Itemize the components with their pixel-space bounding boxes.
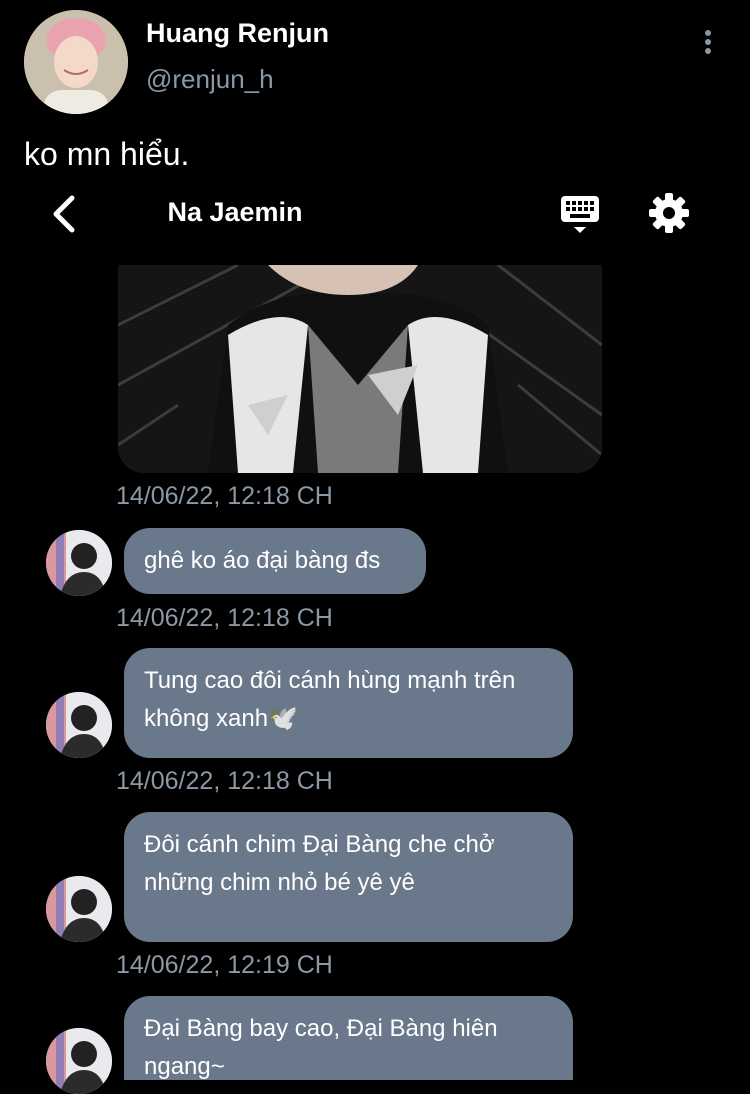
- message-bubble[interactable]: ghê ko áo đại bàng đs: [124, 528, 426, 594]
- author-display-name[interactable]: Huang Renjun: [146, 18, 329, 49]
- message-timestamp: 14/06/22, 12:18 CH: [116, 767, 333, 795]
- author-avatar[interactable]: [24, 10, 128, 114]
- message-text: ghê ko áo đại bàng đs: [144, 547, 381, 574]
- message-bubble[interactable]: Đôi cánh chim Đại Bàng che chở những chi…: [124, 812, 573, 942]
- gear-icon[interactable]: [648, 192, 690, 234]
- sender-avatar[interactable]: [46, 876, 112, 942]
- message-timestamp: 14/06/22, 12:18 CH: [116, 604, 333, 632]
- keyboard-icon[interactable]: [558, 192, 602, 236]
- message-bubble[interactable]: Tung cao đôi cánh hùng mạnh trên không x…: [124, 648, 573, 758]
- message-text: Tung cao đôi cánh hùng mạnh trên không x…: [144, 667, 516, 732]
- message-text: Đôi cánh chim Đại Bàng che chở những chi…: [144, 831, 495, 896]
- more-vertical-icon[interactable]: [700, 30, 716, 58]
- chat-title: Na Jaemin: [167, 197, 303, 227]
- sender-avatar[interactable]: [46, 530, 112, 596]
- message-timestamp: 14/06/22, 12:18 CH: [116, 482, 333, 510]
- message-bubble[interactable]: Đại Bàng bay cao, Đại Bàng hiên ngang~: [124, 996, 573, 1080]
- message-photo[interactable]: [118, 265, 602, 473]
- message-text: Đại Bàng bay cao, Đại Bàng hiên ngang~: [144, 1015, 498, 1080]
- sender-avatar[interactable]: [46, 1028, 112, 1094]
- sender-avatar[interactable]: [46, 692, 112, 758]
- author-handle[interactable]: @renjun_h: [146, 64, 274, 95]
- tweet-text: ko mn hiểu.: [24, 136, 190, 172]
- message-timestamp: 14/06/22, 12:19 CH: [116, 951, 333, 979]
